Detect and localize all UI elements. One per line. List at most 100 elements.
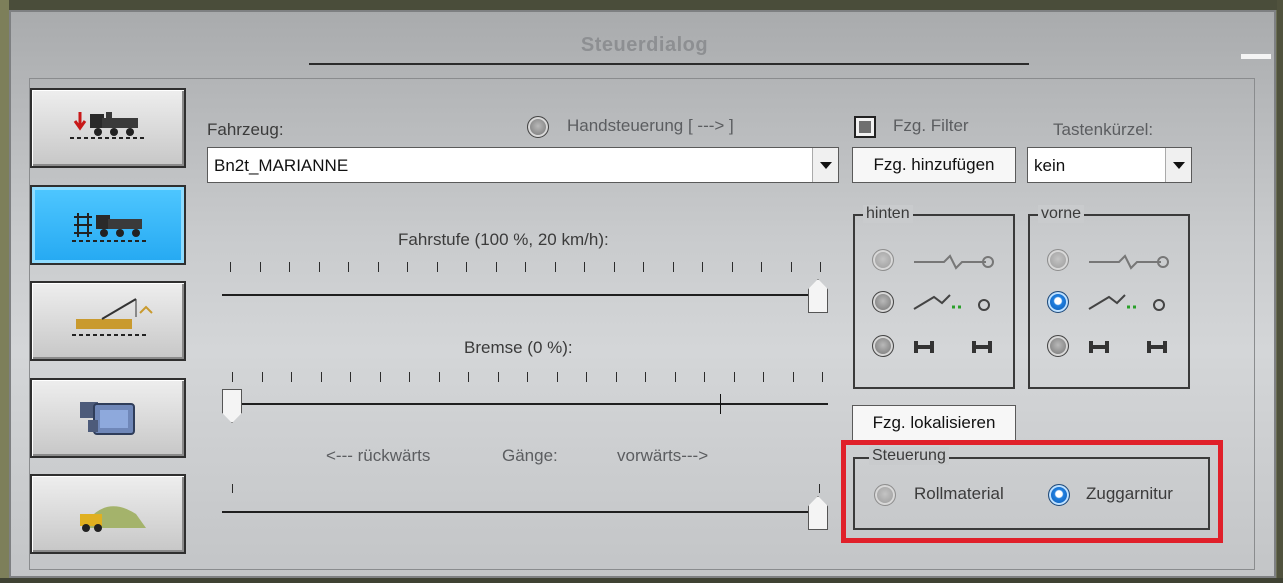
gears-tick-right — [819, 484, 820, 493]
desktop-background-left — [0, 0, 9, 583]
slider-tick — [584, 262, 585, 272]
nav-insert-train-button[interactable] — [30, 88, 186, 168]
uncouple-icon — [913, 294, 990, 311]
shortcut-label: Tastenkürzel: — [1053, 120, 1154, 139]
rear-coupling-radio-3[interactable] — [872, 335, 894, 357]
slider-tick — [791, 262, 792, 272]
front-coupling-radio-3[interactable] — [1047, 335, 1069, 357]
desktop-background-right — [1277, 0, 1283, 583]
slider-tick — [468, 372, 469, 382]
zuggarnitur-radio[interactable] — [1048, 484, 1070, 506]
brake-marker — [720, 394, 721, 414]
gears-forward-label: vorwärts---> — [617, 446, 709, 465]
slider-tick — [260, 262, 261, 272]
add-vehicle-button[interactable]: Fzg. hinzufügen — [852, 147, 1016, 183]
slider-tick — [763, 372, 764, 382]
brake-label: Bremse (0 %): — [464, 338, 573, 357]
rear-coupling-title: hinten — [863, 205, 913, 223]
slider-tick — [407, 262, 408, 272]
speed-ticks — [230, 262, 821, 272]
brake-ticks — [232, 372, 823, 382]
rollmaterial-label: Rollmaterial — [914, 484, 1004, 503]
shortcut-select[interactable]: kein — [1027, 147, 1192, 183]
slider-tick — [289, 262, 290, 272]
landscape-bulldozer-icon — [80, 506, 146, 532]
slider-tick — [230, 262, 231, 272]
desktop-background — [0, 0, 1283, 10]
slider-tick — [614, 262, 615, 272]
buffer-icon — [914, 341, 992, 353]
slider-tick — [586, 372, 587, 382]
rear-coupling-radio-1[interactable] — [872, 249, 894, 271]
slider-tick — [496, 262, 497, 272]
camera-icon — [80, 402, 135, 435]
gears-back-label: <--- rückwärts — [326, 446, 431, 465]
chevron-down-icon[interactable] — [812, 148, 838, 182]
nav-control-train-button[interactable] — [30, 185, 186, 265]
dialog-title: Steuerdialog — [580, 34, 709, 56]
slider-tick — [675, 372, 676, 382]
front-coupling-radio-2[interactable] — [1047, 291, 1069, 313]
slider-tick — [704, 372, 705, 382]
vehicle-select[interactable]: Bn2t_MARIANNE — [207, 147, 839, 183]
slider-tick — [793, 372, 794, 382]
rear-coupling-radio-2[interactable] — [872, 291, 894, 313]
crane-icon — [72, 298, 153, 336]
gears-label: Gänge: — [502, 446, 558, 465]
manual-control-label: Handsteuerung [ ---> ] — [567, 116, 734, 135]
vehicle-filter-checkbox[interactable] — [854, 116, 876, 138]
slider-tick — [439, 372, 440, 382]
slider-tick — [616, 372, 617, 382]
uncouple-icon — [1088, 294, 1165, 311]
rollmaterial-radio[interactable] — [874, 484, 896, 506]
brake-track — [222, 403, 828, 405]
coupled-icon — [914, 254, 994, 270]
speed-track — [222, 294, 828, 296]
buffer-icon — [1089, 341, 1167, 353]
slider-tick — [466, 262, 467, 272]
front-coupling-radio-1[interactable] — [1047, 249, 1069, 271]
vehicle-filter-label: Fzg. Filter — [893, 116, 969, 135]
nav-landscape-button[interactable] — [30, 474, 186, 554]
zuggarnitur-label: Zuggarnitur — [1086, 484, 1173, 503]
slider-tick — [555, 262, 556, 272]
desktop-background-bottom — [0, 578, 1283, 583]
slider-tick — [645, 372, 646, 382]
locomotive-insert-icon — [70, 112, 144, 139]
slider-tick — [527, 372, 528, 382]
slider-tick — [643, 262, 644, 272]
speed-label: Fahrstufe (100 %, 20 km/h): — [398, 230, 609, 249]
slider-tick — [380, 372, 381, 382]
vehicle-label: Fahrzeug: — [207, 120, 284, 139]
front-coupling-title: vorne — [1038, 205, 1085, 223]
coupled-icon — [1089, 254, 1169, 270]
steuerung-title: Steuerung — [869, 447, 949, 465]
slider-tick — [822, 372, 823, 382]
title-underline — [309, 63, 1029, 65]
slider-tick — [761, 262, 762, 272]
slider-tick — [734, 372, 735, 382]
locate-vehicle-button[interactable]: Fzg. lokalisieren — [852, 405, 1016, 441]
slider-tick — [262, 372, 263, 382]
gears-track — [222, 511, 828, 513]
slider-tick — [702, 262, 703, 272]
nav-camera-button[interactable] — [30, 378, 186, 458]
shortcut-select-value: kein — [1034, 156, 1066, 175]
manual-control-radio[interactable] — [527, 116, 549, 138]
slider-tick — [350, 372, 351, 382]
slider-tick — [820, 262, 821, 272]
vehicle-select-value: Bn2t_MARIANNE — [214, 156, 349, 175]
minimize-button[interactable] — [1241, 54, 1271, 59]
slider-tick — [409, 372, 410, 382]
chevron-down-icon[interactable] — [1165, 148, 1191, 182]
slider-tick — [525, 262, 526, 272]
slider-tick — [437, 262, 438, 272]
nav-crane-button[interactable] — [30, 281, 186, 361]
slider-tick — [321, 372, 322, 382]
slider-tick — [378, 262, 379, 272]
locomotive-control-icon — [72, 213, 148, 242]
slider-tick — [732, 262, 733, 272]
gears-tick-left — [232, 484, 233, 493]
slider-tick — [232, 372, 233, 382]
slider-tick — [319, 262, 320, 272]
